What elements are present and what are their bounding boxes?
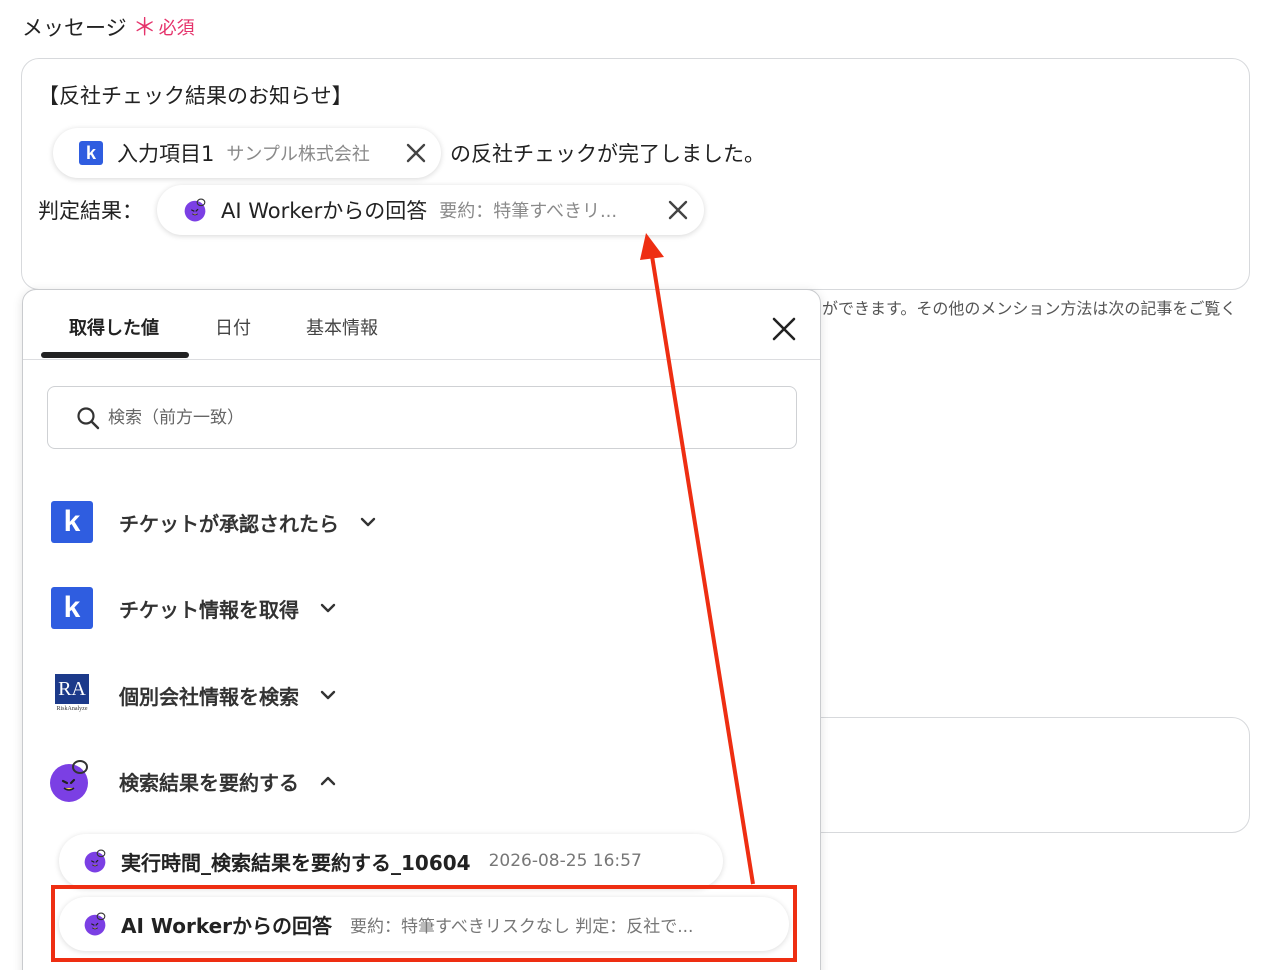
search-icon <box>77 406 100 429</box>
mention-chip-ai-answer[interactable]: AI Workerからの回答 要約：特筆すべきリ... <box>157 185 704 235</box>
required-asterisk: ＊ <box>132 13 157 41</box>
tab-basic-info[interactable]: 基本情報 <box>306 314 378 340</box>
chip-value: 要約：特筆すべきリ... <box>439 201 618 222</box>
riskanalyze-logo: RA RiskAnalyze <box>51 674 93 716</box>
next-field-box[interactable] <box>780 717 1250 833</box>
item-value: 2026-08-25 16:57 <box>488 851 642 871</box>
group-summarize-results[interactable]: 検索結果を要約する <box>47 758 337 804</box>
group-label: 個別会社情報を検索 <box>119 684 299 709</box>
ai-worker-icon <box>84 849 106 873</box>
kintone-k-icon: k <box>51 587 93 629</box>
kintone-k-icon: k <box>51 501 93 543</box>
search-box[interactable] <box>47 386 797 449</box>
ai-worker-icon <box>184 198 206 222</box>
chevron-down-icon <box>320 603 336 613</box>
group-get-ticket-info[interactable]: k チケット情報を取得 <box>51 585 337 631</box>
item-label: 実行時間_検索結果を要約する_10604 <box>121 850 471 875</box>
chip-value: サンプル株式会社 <box>226 144 370 165</box>
mention-hint-text: ができます。その他のメンション方法は次の記事をご覧く <box>822 299 1237 318</box>
message-line-2-text: の反社チェックが完了しました。 <box>450 142 765 166</box>
value-item-exec-time[interactable]: 実行時間_検索結果を要約する_10604 2026-08-25 16:57 <box>59 834 723 888</box>
required-text: 必須 <box>158 18 195 39</box>
chevron-down-icon <box>360 517 376 527</box>
active-tab-indicator <box>41 352 189 358</box>
tab-acquired-values[interactable]: 取得した値 <box>69 314 159 340</box>
picker-tabs: 取得した値 日付 基本情報 <box>23 290 820 360</box>
group-label: チケットが承認されたら <box>119 511 339 536</box>
chevron-down-icon <box>320 690 336 700</box>
group-search-company[interactable]: RA RiskAnalyze 個別会社情報を検索 <box>51 672 337 718</box>
close-icon[interactable] <box>403 140 429 166</box>
group-label: 検索結果を要約する <box>119 770 299 795</box>
search-input[interactable] <box>108 407 708 428</box>
highlight-box <box>51 885 797 962</box>
group-label: チケット情報を取得 <box>119 597 299 622</box>
ai-worker-icon <box>50 760 88 802</box>
close-icon[interactable] <box>769 314 799 344</box>
tab-date[interactable]: 日付 <box>215 314 251 340</box>
chip-label: AI Workerからの回答 <box>221 199 428 223</box>
group-ticket-approved[interactable]: k チケットが承認されたら <box>51 499 377 545</box>
chevron-up-icon <box>320 776 336 786</box>
field-label-text: メッセージ <box>22 16 127 40</box>
message-field-label: メッセージ ＊ 必須 <box>22 12 195 42</box>
message-line-1: 【反社チェック結果のお知らせ】 <box>38 84 353 108</box>
chip-label: 入力項目1 <box>117 142 215 166</box>
value-picker-panel: 取得した値 日付 基本情報 k チケットが承認されたら k チケット情報を取得 … <box>22 289 821 970</box>
message-line-3-label: 判定結果： <box>38 199 143 223</box>
kintone-k-icon: k <box>79 141 103 165</box>
mention-chip-input-item[interactable]: k 入力項目1 サンプル株式会社 <box>53 128 441 178</box>
close-icon[interactable] <box>665 197 691 223</box>
